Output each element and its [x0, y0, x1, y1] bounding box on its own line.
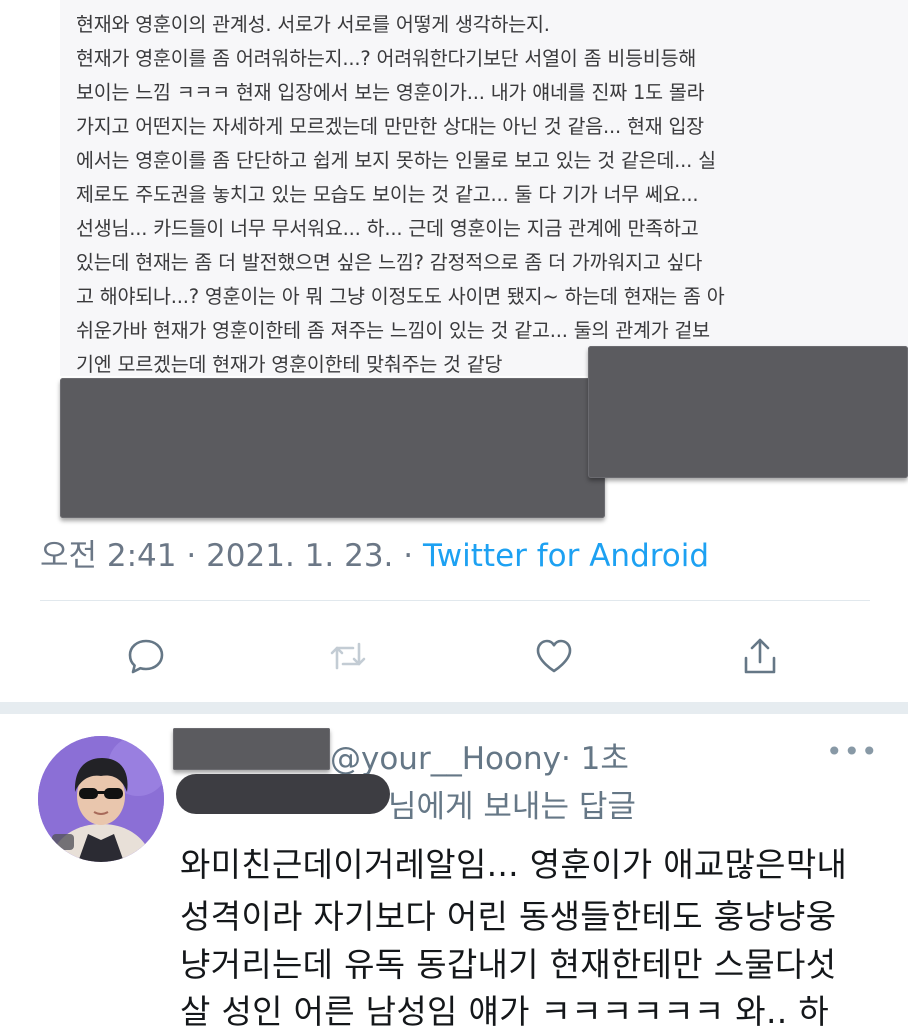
- profile-photo: [38, 736, 164, 862]
- image-text-line: 가지고 어떤지는 자세하게 모르겠는데 만만한 상대는 아닌 것 같음... 현…: [76, 115, 704, 138]
- divider: [40, 600, 870, 601]
- meta-separator: ·: [176, 538, 207, 574]
- redaction-block: [60, 378, 605, 518]
- image-text-line: 있는데 현재는 좀 더 발전했으면 싶은 느낌? 감정적으로 좀 더 가까워지고…: [76, 251, 703, 274]
- reply-handle[interactable]: @your__Hoony: [330, 741, 561, 777]
- meta-separator: ·: [393, 538, 423, 574]
- reply-text-line: 냥거리는데 유독 동갑내기 현재한테만 스물다섯: [180, 945, 837, 984]
- image-text-line: 제로도 주도권을 놓치고 있는 모습도 보이는 것 같고... 둘 다 기가 너…: [76, 183, 699, 206]
- like-button[interactable]: [524, 626, 584, 686]
- image-text-line: 쉬운가바 현재가 영훈이한테 좀 져주는 느낌이 있는 것 같고... 둘의 관…: [76, 319, 710, 342]
- image-text-line: 현재와 영훈이의 관계성. 서로가 서로를 어떻게 생각하는지.: [76, 13, 550, 36]
- replying-to-label: 님에게 보내는 답글: [388, 789, 636, 825]
- image-text-line: 기엔 모르겠는데 현재가 영훈이한테 맞춰주는 것 같당: [76, 353, 503, 376]
- image-text-line: 선생님... 카드들이 너무 무서워요... 하... 근데 영훈이는 지금 관…: [76, 217, 699, 240]
- share-button[interactable]: [730, 626, 790, 686]
- tweet-meta: 오전 2:41 · 2021. 1. 23. · Twitter for And…: [40, 530, 709, 575]
- retweet-button[interactable]: [318, 626, 378, 686]
- speech-bubble-icon: [128, 639, 164, 674]
- tweet-time: 오전 2:41: [40, 538, 177, 574]
- tweet-image[interactable]: 현재와 영훈이의 관계성. 서로가 서로를 어떻게 생각하는지. 현재가 영훈이…: [60, 0, 908, 376]
- tweet-date: 2021. 1. 23.: [206, 538, 394, 574]
- share-icon: [744, 638, 776, 674]
- reply-text-line: 와미친근데이거레알임... 영훈이가 애교많은막내: [180, 845, 848, 884]
- reply-header: @your__Hoony· 1초: [330, 733, 629, 778]
- image-text-line: 현재가 영훈이를 좀 어려워하는지...? 어려워한다기보단 서열이 좀 비등비…: [76, 47, 697, 70]
- image-text-line: 에서는 영훈이를 좀 단단하고 쉽게 보지 못하는 인물로 보고 있는 것 같은…: [76, 149, 716, 172]
- image-text-line: 보이는 느낌 ㅋㅋㅋ 현재 입장에서 보는 영훈이가... 내가 얘네를 진짜 …: [76, 81, 705, 104]
- more-options-button[interactable]: •••: [826, 735, 879, 768]
- reply-button[interactable]: [116, 626, 176, 686]
- image-text-line: 고 해야되나...? 영훈이는 아 뭐 그냥 이정도도 사이면 됐지~ 하는데 …: [76, 285, 725, 308]
- redaction-block: [173, 728, 330, 770]
- reply-text-line: 살 성인 어른 남성임 얘가 ㅋㅋㅋㅋㅋㅋ 와.. 하: [180, 992, 829, 1031]
- reply-text-line: 성격이라 자기보다 어린 동생들한테도 훙냥냥웅: [180, 897, 837, 936]
- redaction-block: [588, 346, 908, 478]
- retweet-icon: [330, 642, 366, 670]
- section-separator: [0, 702, 908, 714]
- reply-age: · 1초: [560, 741, 629, 777]
- heart-icon: [536, 639, 572, 673]
- redaction-block: [176, 774, 390, 814]
- tweet-source-link[interactable]: Twitter for Android: [423, 538, 709, 574]
- avatar[interactable]: [38, 736, 164, 862]
